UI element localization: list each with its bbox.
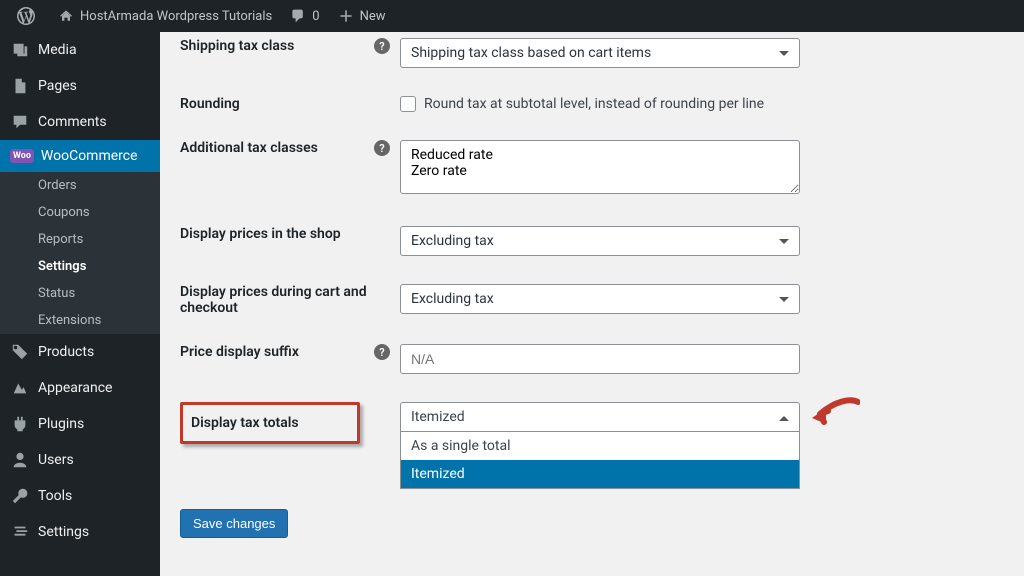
wp-admin-bar: HostArmada Wordpress Tutorials 0 New: [0, 0, 1024, 32]
sidebar-item-label: Tools: [38, 488, 72, 504]
users-icon: [10, 450, 30, 470]
highlighted-label: Display tax totals: [180, 402, 360, 444]
label-rounding: Rounding: [180, 96, 240, 112]
appearance-icon: [10, 378, 30, 398]
plus-icon: [336, 6, 356, 26]
label-display-prices-cart: Display prices during cart and checkout: [180, 284, 390, 316]
submenu-item-extensions[interactable]: Extensions: [0, 307, 160, 334]
label-price-display-suffix: Price display suffix: [180, 344, 299, 360]
sidebar-item-media[interactable]: Media: [0, 32, 160, 68]
sidebar-item-label: Media: [38, 42, 77, 58]
dropdown-display-tax-totals: As a single total Itemized: [400, 432, 800, 489]
submenu-item-orders[interactable]: Orders: [0, 172, 160, 199]
label-display-prices-shop: Display prices in the shop: [180, 226, 341, 242]
option-itemized[interactable]: Itemized: [401, 460, 799, 488]
option-single-total[interactable]: As a single total: [401, 432, 799, 460]
sidebar-item-label: Plugins: [38, 416, 84, 432]
admin-sidebar: Media Pages Comments Woo WooCommerce Ord…: [0, 32, 160, 576]
site-name-link[interactable]: HostArmada Wordpress Tutorials: [48, 0, 280, 32]
sidebar-item-users[interactable]: Users: [0, 442, 160, 478]
checkbox-rounding[interactable]: [400, 96, 416, 112]
checkbox-rounding-label[interactable]: Round tax at subtotal level, instead of …: [400, 96, 800, 112]
help-icon[interactable]: ?: [374, 140, 390, 156]
sidebar-item-plugins[interactable]: Plugins: [0, 406, 160, 442]
select-display-prices-cart[interactable]: Excluding tax: [400, 284, 800, 314]
sidebar-item-woocommerce[interactable]: Woo WooCommerce: [0, 140, 160, 172]
comments-icon: [10, 112, 30, 132]
sidebar-item-appearance[interactable]: Appearance: [0, 370, 160, 406]
products-icon: [10, 342, 30, 362]
label-shipping-tax-class: Shipping tax class: [180, 38, 294, 54]
sidebar-item-label: Comments: [38, 114, 107, 130]
help-icon[interactable]: ?: [374, 38, 390, 54]
wordpress-icon: [16, 6, 36, 26]
sidebar-item-tools[interactable]: Tools: [0, 478, 160, 514]
submenu-item-settings[interactable]: Settings: [0, 253, 160, 280]
sidebar-item-settings[interactable]: Settings: [0, 514, 160, 550]
sidebar-item-pages[interactable]: Pages: [0, 68, 160, 104]
select-display-tax-totals[interactable]: Itemized As a single total Itemized: [400, 402, 800, 489]
sidebar-item-products[interactable]: Products: [0, 334, 160, 370]
help-icon[interactable]: ?: [374, 344, 390, 360]
save-button[interactable]: Save changes: [180, 509, 288, 538]
red-arrow-annotation: [810, 396, 860, 426]
comment-icon: [288, 6, 308, 26]
sidebar-item-label: Appearance: [38, 380, 112, 396]
label-display-tax-totals: Display tax totals: [191, 415, 299, 431]
pages-icon: [10, 76, 30, 96]
textarea-additional-tax-classes[interactable]: [400, 140, 800, 194]
new-label: New: [360, 9, 386, 24]
sidebar-item-label: WooCommerce: [41, 148, 138, 164]
submenu-item-status[interactable]: Status: [0, 280, 160, 307]
sidebar-item-comments[interactable]: Comments: [0, 104, 160, 140]
comments-link[interactable]: 0: [280, 0, 327, 32]
home-icon: [56, 6, 76, 26]
settings-icon: [10, 522, 30, 542]
media-icon: [10, 40, 30, 60]
submenu-item-reports[interactable]: Reports: [0, 226, 160, 253]
sidebar-item-label: Products: [38, 344, 94, 360]
plugins-icon: [10, 414, 30, 434]
sidebar-item-label: Pages: [38, 78, 77, 94]
woocommerce-submenu: Orders Coupons Reports Settings Status E…: [0, 172, 160, 334]
select-shipping-tax-class[interactable]: Shipping tax class based on cart items: [400, 38, 800, 68]
settings-content: Shipping tax class ? Shipping tax class …: [160, 32, 1024, 576]
tools-icon: [10, 486, 30, 506]
new-content-link[interactable]: New: [328, 0, 394, 32]
submenu-item-coupons[interactable]: Coupons: [0, 199, 160, 226]
wp-logo[interactable]: [8, 0, 48, 32]
site-title: HostArmada Wordpress Tutorials: [80, 9, 272, 24]
select-display-prices-shop[interactable]: Excluding tax: [400, 226, 800, 256]
comment-count: 0: [312, 9, 319, 24]
label-additional-tax-classes: Additional tax classes: [180, 140, 318, 156]
sidebar-item-label: Settings: [38, 524, 89, 540]
sidebar-item-label: Users: [38, 452, 74, 468]
woocommerce-icon: Woo: [10, 149, 34, 163]
input-price-display-suffix[interactable]: [400, 344, 800, 374]
